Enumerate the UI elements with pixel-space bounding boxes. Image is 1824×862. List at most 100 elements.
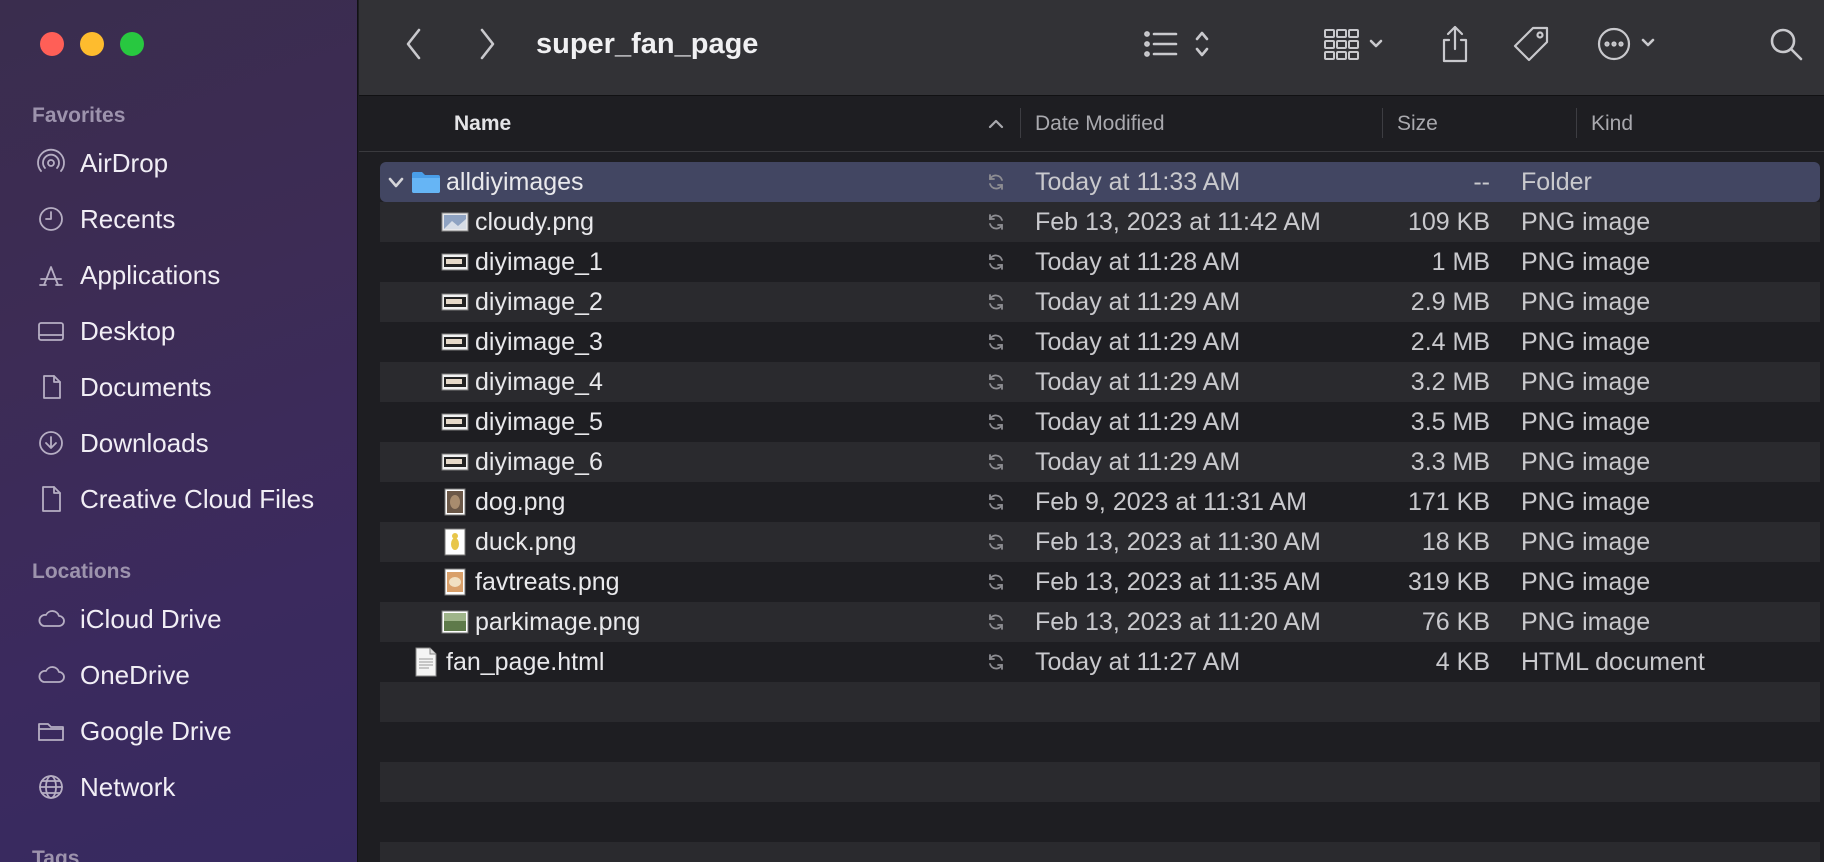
sidebar-item-recents[interactable]: Recents: [0, 191, 358, 247]
ellipsis-circle-icon: [1597, 27, 1655, 61]
column-size[interactable]: Size: [1397, 96, 1438, 152]
sidebar-item-label: Network: [80, 771, 176, 802]
sync-status-icon: [986, 282, 1010, 322]
close-window-button[interactable]: [40, 32, 64, 56]
folder-icon: [36, 716, 66, 746]
back-button[interactable]: [399, 22, 429, 66]
file-kind: PNG image: [1521, 568, 1651, 596]
search-button[interactable]: [1764, 22, 1808, 66]
sidebar-item-label: Desktop: [80, 315, 176, 346]
file-row[interactable]: diyimage_1 Today at 11:28 AM 1 MB PNG image: [380, 242, 1820, 282]
sync-status-icon: [986, 602, 1010, 642]
tag-button[interactable]: [1509, 22, 1555, 66]
view-options-button[interactable]: [1142, 22, 1222, 66]
file-row[interactable]: diyimage_5 Today at 11:29 AM 3.5 MB PNG ima…: [380, 402, 1820, 442]
file-row[interactable]: diyimage_2 Today at 11:29 AM 2.9 MB PNG ima…: [380, 282, 1820, 322]
applications-icon: [36, 260, 66, 290]
image-file-icon: [440, 402, 470, 442]
sidebar-item-airdrop[interactable]: AirDrop: [0, 135, 358, 191]
file-row[interactable]: diyimage_6 Today at 11:29 AM 3.3 MB PNG ima…: [380, 442, 1820, 482]
file-size: --: [1473, 168, 1490, 196]
html-file-icon: [411, 642, 441, 682]
file-date-modified: Today at 11:29 AM: [1035, 368, 1241, 396]
sidebar-item-onedrive[interactable]: OneDrive: [0, 647, 358, 703]
toolbar: super_fan_page: [359, 0, 1824, 96]
sidebar-item-documents[interactable]: Documents: [0, 359, 358, 415]
column-divider[interactable]: [1382, 108, 1383, 138]
file-row[interactable]: dog.png Feb 9, 2023 at 11:31 AM 171 KB PNG …: [380, 482, 1820, 522]
empty-row: [380, 802, 1820, 842]
sidebar-item-label: iCloud Drive: [80, 603, 222, 634]
zoom-window-button[interactable]: [120, 32, 144, 56]
column-name[interactable]: Name: [454, 96, 511, 152]
empty-row: [380, 762, 1820, 802]
image-file-icon: [440, 602, 470, 642]
file-kind: PNG image: [1521, 288, 1651, 316]
sidebar-item-desktop[interactable]: Desktop: [0, 303, 358, 359]
chevron-left-icon: [406, 28, 421, 60]
main-pane: super_fan_page Name Date Modified Size K…: [359, 0, 1824, 862]
file-kind: PNG image: [1521, 368, 1651, 396]
file-row[interactable]: cloudy.png Feb 13, 2023 at 11:42 AM 109 KB…: [380, 202, 1820, 242]
tag-icon: [1513, 26, 1549, 62]
sidebar-item-icloud-drive[interactable]: iCloud Drive: [0, 591, 358, 647]
action-menu-button[interactable]: [1595, 22, 1667, 66]
search-icon: [1770, 28, 1803, 61]
file-list: alldiyimages Today at 11:33 AM -- Folder clo…: [359, 162, 1824, 862]
sync-status-icon: [986, 562, 1010, 602]
file-kind: PNG image: [1521, 328, 1651, 356]
image-file-icon: [440, 442, 470, 482]
minimize-window-button[interactable]: [80, 32, 104, 56]
file-name: diyimage_5: [475, 408, 603, 436]
sidebar-item-creative-cloud-files[interactable]: Creative Cloud Files: [0, 471, 358, 527]
column-kind[interactable]: Kind: [1591, 96, 1633, 152]
file-name: diyimage_4: [475, 368, 603, 396]
file-size: 2.9 MB: [1410, 288, 1490, 316]
disclosure-chevron-down-icon[interactable]: [387, 162, 407, 202]
file-row[interactable]: alldiyimages Today at 11:33 AM -- Folder: [380, 162, 1820, 202]
empty-row: [380, 842, 1820, 862]
column-divider[interactable]: [1576, 108, 1577, 138]
file-date-modified: Today at 11:29 AM: [1035, 288, 1241, 316]
file-row[interactable]: parkimage.png Feb 13, 2023 at 11:20 AM 76 …: [380, 602, 1820, 642]
cloud-icon: [36, 660, 66, 690]
file-row[interactable]: duck.png Feb 13, 2023 at 11:30 AM 18 KB PNG…: [380, 522, 1820, 562]
sync-status-icon: [986, 322, 1010, 362]
tags-heading: Tags: [32, 847, 80, 862]
file-row[interactable]: fan_page.html Today at 11:27 AM 4 KB HTML d…: [380, 642, 1820, 682]
file-size: 3.3 MB: [1410, 448, 1490, 476]
sidebar-item-downloads[interactable]: Downloads: [0, 415, 358, 471]
file-size: 171 KB: [1407, 488, 1490, 516]
file-kind: Folder: [1521, 168, 1592, 196]
sync-status-icon: [986, 482, 1010, 522]
image-file-icon: [440, 562, 470, 602]
forward-button[interactable]: [472, 22, 502, 66]
sync-status-icon: [986, 202, 1010, 242]
sidebar-item-network[interactable]: Network: [0, 759, 358, 815]
group-button[interactable]: [1322, 22, 1392, 66]
file-name: fan_page.html: [446, 648, 605, 676]
file-kind: PNG image: [1521, 608, 1651, 636]
window-title: super_fan_page: [536, 28, 759, 60]
list-view-icon: [1144, 31, 1209, 57]
file-date-modified: Today at 11:29 AM: [1035, 408, 1241, 436]
empty-row: [380, 722, 1820, 762]
sidebar-item-google-drive[interactable]: Google Drive: [0, 703, 358, 759]
file-date-modified: Today at 11:29 AM: [1035, 328, 1241, 356]
file-row[interactable]: diyimage_4 Today at 11:29 AM 3.2 MB PNG ima…: [380, 362, 1820, 402]
sidebar-item-label: OneDrive: [80, 659, 190, 690]
file-kind: PNG image: [1521, 528, 1651, 556]
share-button[interactable]: [1435, 22, 1475, 66]
sync-status-icon: [986, 642, 1010, 682]
file-kind: PNG image: [1521, 408, 1651, 436]
sidebar-item-applications[interactable]: Applications: [0, 247, 358, 303]
column-divider[interactable]: [1020, 108, 1021, 138]
file-row[interactable]: favtreats.png Feb 13, 2023 at 11:35 AM 319…: [380, 562, 1820, 602]
sort-ascending-icon[interactable]: [986, 114, 1006, 134]
file-size: 319 KB: [1407, 568, 1490, 596]
chevron-right-icon: [480, 28, 495, 60]
folder-icon: [411, 162, 441, 202]
file-row[interactable]: diyimage_3 Today at 11:29 AM 2.4 MB PNG ima…: [380, 322, 1820, 362]
image-file-icon: [440, 282, 470, 322]
column-date-modified[interactable]: Date Modified: [1035, 96, 1165, 152]
